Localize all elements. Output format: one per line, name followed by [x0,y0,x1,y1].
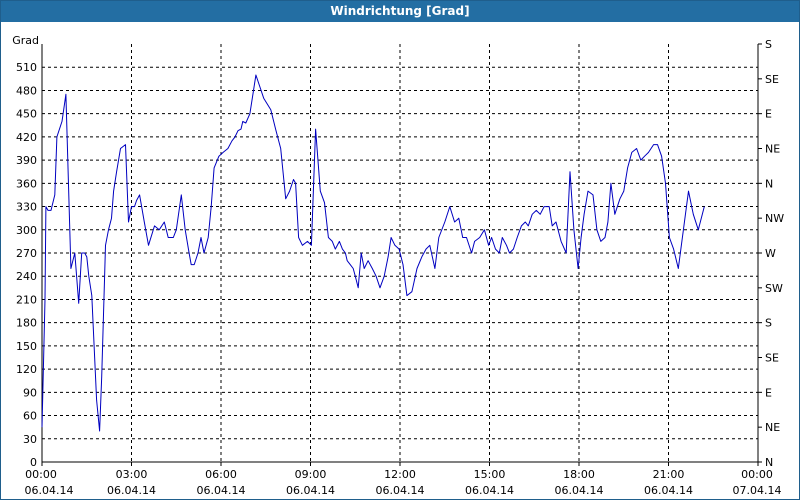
x-tick-date: 06.04.14 [644,484,693,497]
x-tick-date: 06.04.14 [555,484,604,497]
right-tick-label: E [765,386,772,399]
right-tick-label: NE [765,421,780,434]
y-tick-label: 30 [23,433,37,446]
x-tick-time: 15:00 [474,468,506,481]
window-title: Windrichtung [Grad] [1,1,799,22]
y-tick-label: 120 [16,363,37,376]
right-tick-label: S [765,38,772,51]
y-tick-label: 450 [16,108,37,121]
x-tick-date: 06.04.14 [25,484,74,497]
y-tick-label: 390 [16,154,37,167]
y-tick-label: 360 [16,177,37,190]
y-axis-label: Grad [12,34,39,47]
right-tick-label: W [765,247,776,260]
right-tick-label: N [765,456,773,469]
right-tick-label: SE [765,73,779,86]
y-tick-label: 300 [16,224,37,237]
y-tick-label: 90 [23,386,37,399]
x-tick-time: 03:00 [116,468,148,481]
y-tick-label: 210 [16,293,37,306]
x-tick-time: 18:00 [563,468,595,481]
chart-window: Windrichtung [Grad] 0 30 60 90 120 150 180 210 2… [0,0,800,500]
x-tick-time: 00:00 [741,468,773,481]
right-tick-label: E [765,108,772,121]
y-tick-label: 150 [16,340,37,353]
y-tick-label: 510 [16,61,37,74]
x-tick-time: 00:00 [25,468,57,481]
x-tick-date: 06.04.14 [286,484,335,497]
x-tick-date: 06.04.14 [107,484,156,497]
y-tick-label: 330 [16,201,37,214]
x-tick-time: 06:00 [205,468,237,481]
x-tick-time: 21:00 [653,468,685,481]
x-tick-date: 06.04.14 [197,484,246,497]
right-tick-label: SE [765,352,779,365]
x-tick-date: 06.04.14 [376,484,425,497]
x-tick-time: 12:00 [384,468,416,481]
right-tick-label: SW [765,282,783,295]
y-tick-label: 60 [23,410,37,423]
right-tick-label: NW [765,212,784,225]
y-tick-label: 480 [16,84,37,97]
y-tick-label: 180 [16,317,37,330]
y-tick-label: 420 [16,131,37,144]
wind-direction-chart: 0306090120150180210240270300330360390420… [12,34,784,497]
x-tick-date: 07.04.14 [733,484,782,497]
y-tick-label: 270 [16,247,37,260]
right-tick-label: N [765,177,773,190]
x-tick-time: 09:00 [295,468,327,481]
x-tick-date: 06.04.14 [465,484,514,497]
right-tick-label: NE [765,143,780,156]
right-tick-label: S [765,317,772,330]
y-tick-label: 240 [16,270,37,283]
